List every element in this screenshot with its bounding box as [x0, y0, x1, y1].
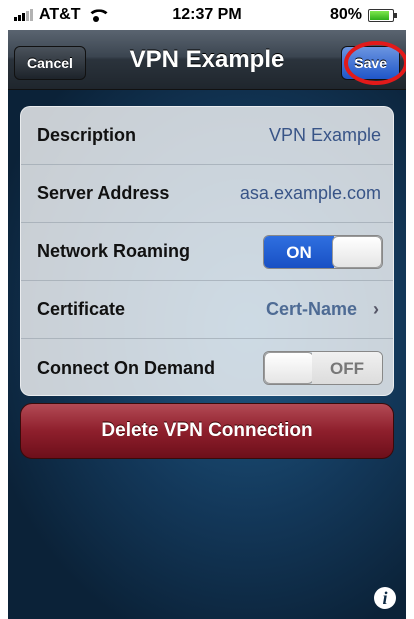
toggle-knob — [332, 235, 382, 268]
navigation-bar: Cancel VPN Example Save — [8, 30, 406, 90]
certificate-label: Certificate — [37, 299, 126, 319]
connect-on-demand-row: Connect On Demand OFF — [21, 339, 393, 397]
vpn-settings-table: Description VPN Example Server Address a… — [20, 106, 394, 396]
network-roaming-toggle[interactable]: ON — [263, 234, 383, 269]
ios-screen: AT&T 12:37 PM 80% Cancel VPN Example Sav… — [8, 0, 406, 619]
network-roaming-row: Network Roaming ON — [21, 223, 393, 281]
toggle-knob — [264, 352, 314, 384]
connect-on-demand-toggle[interactable]: OFF — [263, 351, 383, 385]
status-bar: AT&T 12:37 PM 80% — [8, 0, 406, 30]
certificate-row[interactable]: Certificate Cert-Name › — [21, 281, 393, 339]
description-value[interactable]: VPN Example — [269, 125, 381, 146]
save-highlight-circle — [344, 41, 406, 85]
server-address-row[interactable]: Server Address asa.example.com — [21, 165, 393, 223]
server-address-label: Server Address — [37, 183, 170, 203]
battery-percent: 80% — [329, 6, 362, 23]
description-label: Description — [37, 125, 137, 145]
toggle-on-text: ON — [264, 235, 334, 268]
description-row[interactable]: Description VPN Example — [21, 107, 393, 165]
network-roaming-label: Network Roaming — [37, 241, 191, 261]
chevron-right-icon: › — [373, 299, 379, 319]
content-area: Description VPN Example Server Address a… — [8, 90, 406, 619]
delete-vpn-button[interactable]: Delete VPN Connection — [20, 403, 394, 459]
certificate-value: Cert-Name — [265, 299, 357, 319]
toggle-off-text: OFF — [312, 352, 382, 384]
battery-icon — [368, 9, 397, 22]
connect-on-demand-label: Connect On Demand — [37, 357, 216, 378]
info-icon[interactable]: i — [374, 587, 396, 609]
server-address-value[interactable]: asa.example.com — [240, 183, 381, 204]
